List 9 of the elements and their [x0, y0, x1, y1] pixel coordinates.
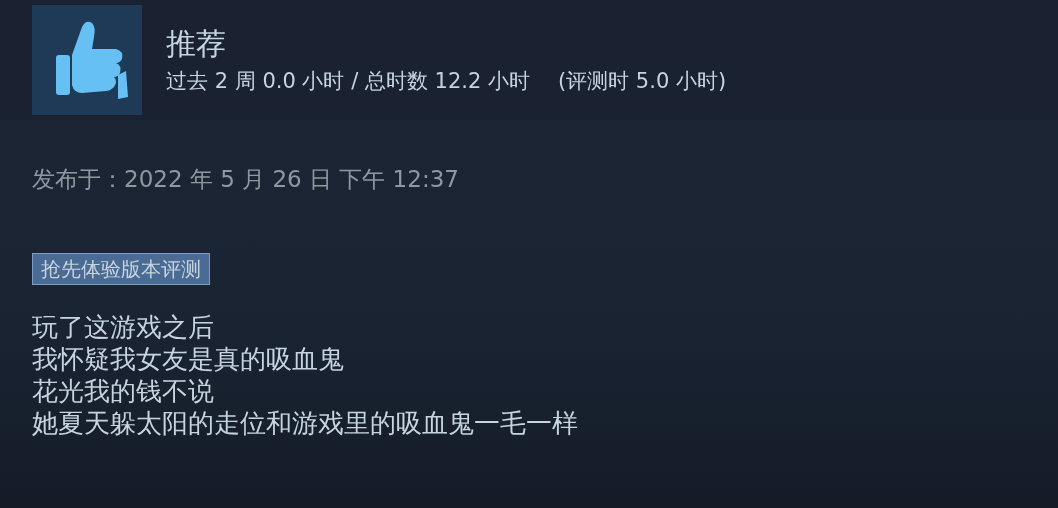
early-access-tag: 抢先体验版本评测: [32, 253, 210, 285]
review-line: 花光我的钱不说: [32, 375, 215, 407]
post-date: 发布于：2022 年 5 月 26 日 下午 12:37: [32, 168, 460, 191]
review-line: 玩了这游戏之后: [32, 311, 215, 343]
review-line: 我怀疑我女友是真的吸血鬼: [32, 343, 345, 375]
review-line: 她夏天躲太阳的走位和游戏里的吸血鬼一毛一样: [32, 407, 579, 439]
playtime-text: 过去 2 周 0.0 小时 / 总时数 12.2 小时: [166, 70, 530, 92]
review-verdict: 推荐: [166, 28, 227, 59]
review-playtime-text: (评测时 5.0 小时): [558, 70, 727, 92]
